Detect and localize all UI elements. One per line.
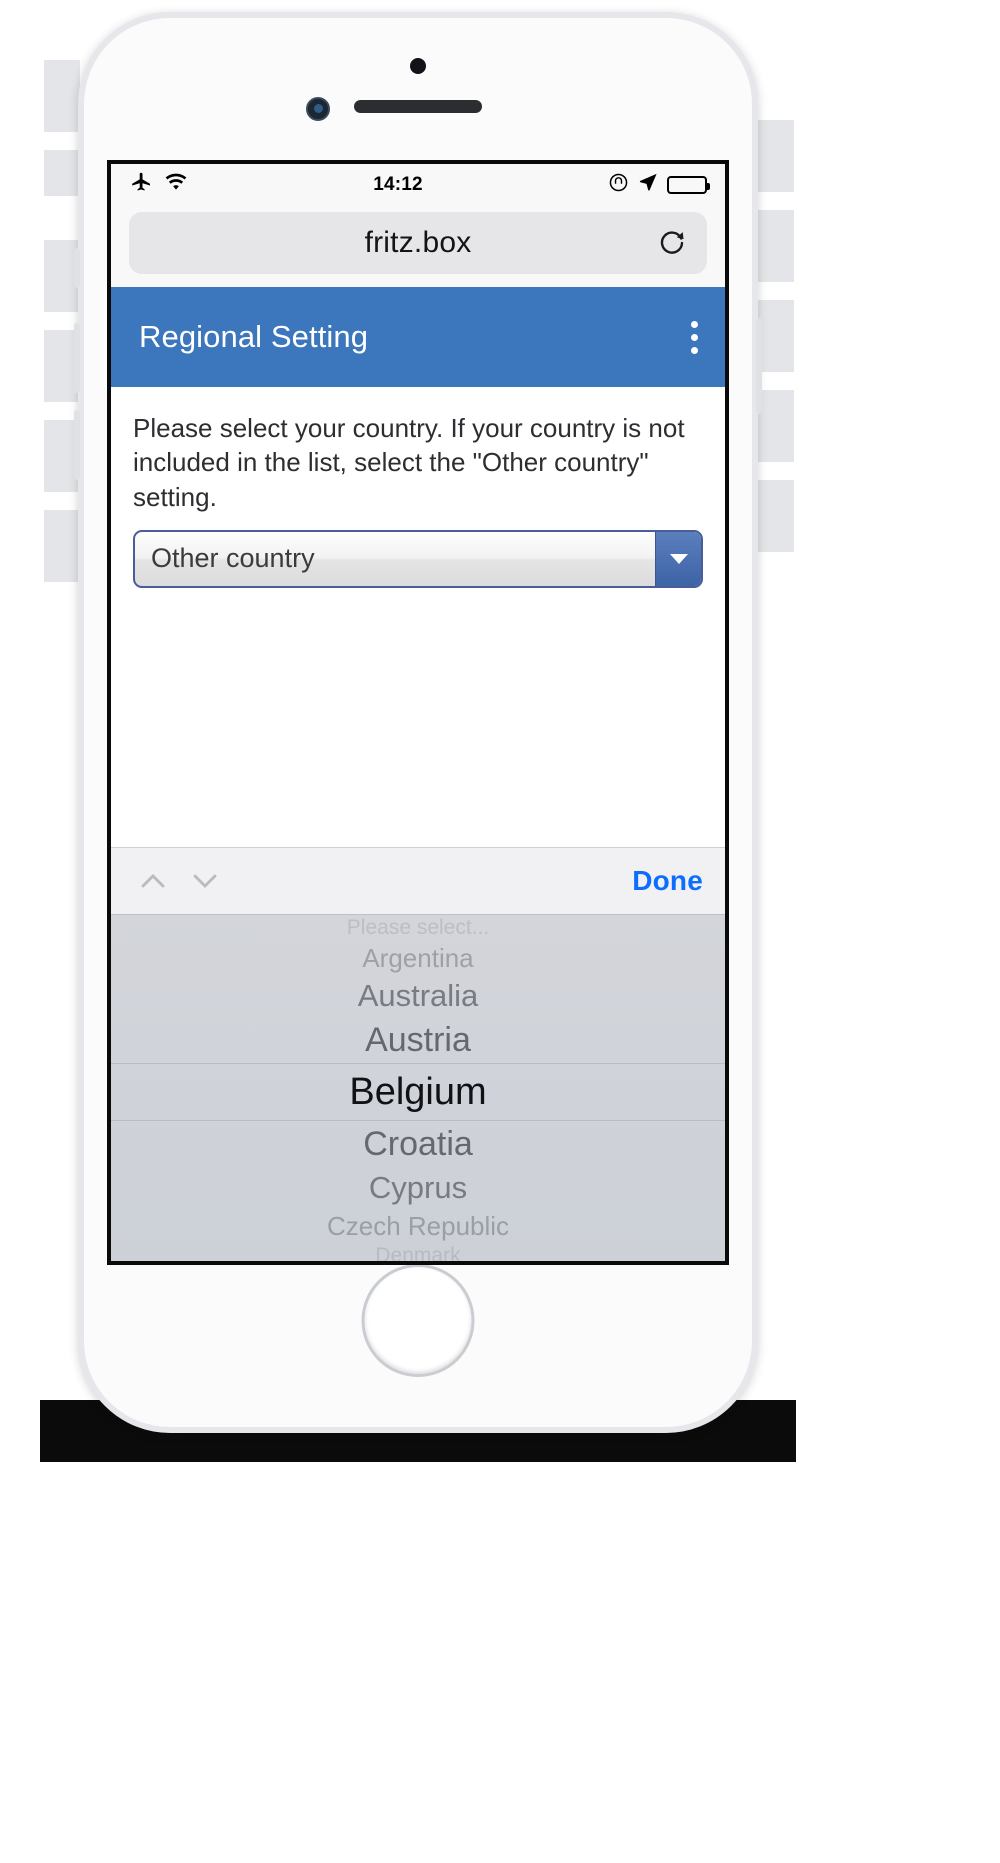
airplane-mode-icon <box>129 170 153 200</box>
chevron-down-icon[interactable] <box>185 861 225 901</box>
picker-item[interactable]: Denmark <box>111 1243 725 1261</box>
instructions-text: Please select your country. If your coun… <box>133 413 685 512</box>
input-accessory-bar: Done <box>111 847 725 915</box>
proximity-sensor <box>410 58 426 74</box>
country-select-value: Other country <box>151 543 315 574</box>
background-block <box>758 300 794 372</box>
orientation-lock-icon <box>608 172 629 199</box>
reload-icon[interactable] <box>657 228 687 258</box>
url-bar[interactable]: fritz.box <box>129 212 707 274</box>
status-bar-clock: 14:12 <box>373 174 423 195</box>
background-block <box>758 210 794 282</box>
done-button[interactable]: Done <box>632 865 703 897</box>
picker-item[interactable]: Australia <box>111 975 725 1017</box>
silent-switch <box>74 248 80 288</box>
picker-item[interactable]: Czech Republic <box>111 1209 725 1243</box>
background-block <box>44 150 80 196</box>
background-block <box>758 120 794 192</box>
location-arrow-icon <box>638 172 658 198</box>
phone-screen: 14:12 fritz.box Regional Setting Please … <box>107 160 729 1265</box>
page-content: Please select your country. If your coun… <box>111 387 725 847</box>
picker-item[interactable]: Please select... <box>111 915 725 941</box>
picker-item-selected[interactable]: Belgium <box>111 1063 725 1121</box>
battery-full-icon <box>667 176 710 194</box>
front-camera <box>306 97 330 121</box>
background-block <box>758 390 794 462</box>
page-title: Regional Setting <box>139 319 369 354</box>
browser-toolbar: fritz.box <box>111 206 725 287</box>
app-bar: Regional Setting <box>111 287 725 387</box>
earpiece-speaker <box>354 100 482 113</box>
chevron-down-icon[interactable] <box>655 531 701 586</box>
country-picker-wheel[interactable]: Please select... Argentina Australia Austri… <box>111 915 725 1261</box>
picker-item[interactable]: Croatia <box>111 1121 725 1167</box>
volume-up-button <box>74 323 80 393</box>
background-block <box>44 510 80 582</box>
status-bar-right <box>608 172 710 199</box>
power-button <box>756 318 762 414</box>
volume-down-button <box>74 410 80 480</box>
status-bar-left <box>129 170 188 200</box>
home-button[interactable] <box>361 1264 475 1377</box>
url-text: fritz.box <box>364 226 472 259</box>
screenshot-stage: 14:12 fritz.box Regional Setting Please … <box>0 0 1000 1863</box>
picker-item[interactable]: Austria <box>111 1017 725 1063</box>
chevron-up-icon[interactable] <box>133 861 173 901</box>
country-select[interactable]: Other country <box>133 529 703 588</box>
status-bar: 14:12 <box>111 164 725 206</box>
background-block <box>758 480 794 552</box>
picker-item[interactable]: Argentina <box>111 941 725 975</box>
wifi-icon <box>164 172 188 198</box>
kebab-menu-icon[interactable] <box>689 320 699 354</box>
picker-item[interactable]: Cyprus <box>111 1167 725 1209</box>
background-block <box>44 60 80 132</box>
picker-item-list: Please select... Argentina Australia Austri… <box>111 915 725 1261</box>
